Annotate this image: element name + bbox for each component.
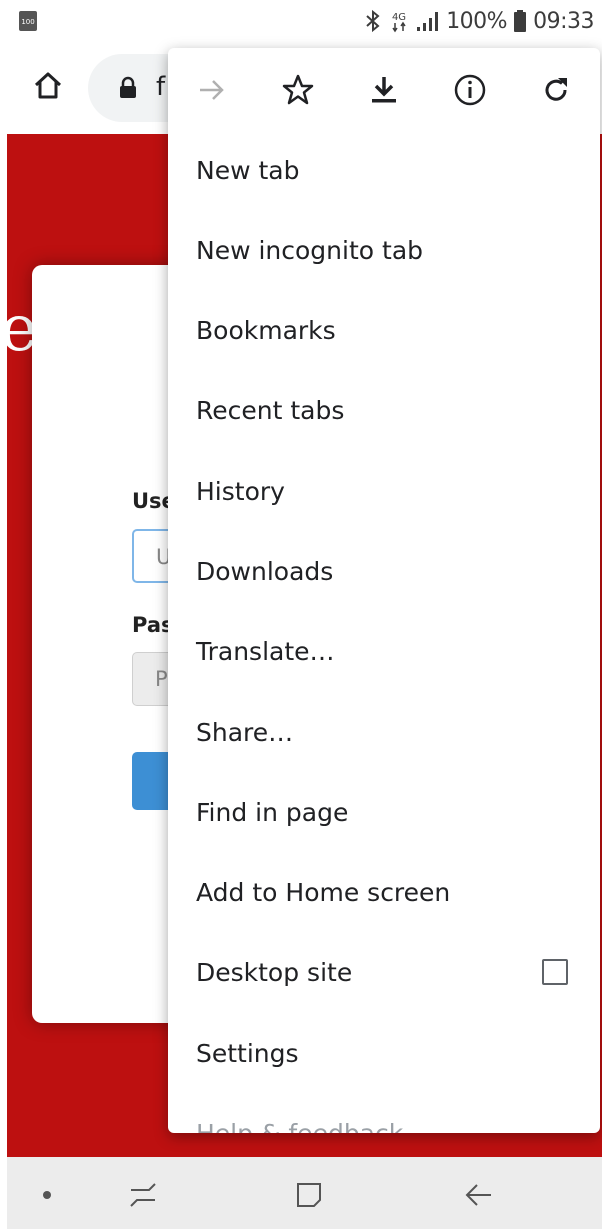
forward-icon <box>200 80 224 100</box>
menu-item-find-in-page[interactable]: Find in page <box>168 772 600 852</box>
battery-icon <box>513 9 527 33</box>
home-square-icon <box>297 1183 321 1207</box>
recent-apps-icon <box>130 1183 156 1207</box>
bluetooth-icon <box>364 9 382 33</box>
back-nav-button[interactable] <box>461 1177 497 1213</box>
menu-item-help-feedback[interactable]: Help & feedback <box>168 1093 600 1134</box>
home-nav-button[interactable] <box>291 1177 327 1213</box>
recent-apps-button[interactable] <box>125 1177 161 1213</box>
menu-item-desktop-site[interactable]: Desktop site <box>168 932 600 1012</box>
reload-button[interactable] <box>536 70 576 110</box>
status-icons: 4G 100% 09:33 <box>364 6 594 36</box>
menu-item-label: Share… <box>196 717 294 747</box>
menu-item-label: Desktop site <box>196 957 353 987</box>
menu-item-share[interactable]: Share… <box>168 692 600 772</box>
back-arrow-icon <box>465 1184 491 1206</box>
menu-item-label: Find in page <box>196 797 349 827</box>
network-type-icon: 4G <box>388 9 410 33</box>
menu-item-new-incognito-tab[interactable]: New incognito tab <box>168 210 600 290</box>
lock-icon <box>118 76 138 100</box>
url-text: f <box>156 72 166 102</box>
menu-item-label: Settings <box>196 1038 299 1068</box>
bookmark-button[interactable] <box>278 70 318 110</box>
menu-item-bookmarks[interactable]: Bookmarks <box>168 290 600 370</box>
download-page-button[interactable] <box>364 70 404 110</box>
page-info-button[interactable] <box>450 70 490 110</box>
battery-notification-icon: 100 <box>18 10 38 32</box>
menu-item-label: New tab <box>196 155 300 185</box>
menu-item-downloads[interactable]: Downloads <box>168 531 600 611</box>
menu-item-label: Recent tabs <box>196 395 345 425</box>
phone-screen: 100 4G 100% 09:33 f e Use U Pas P New ta… <box>0 0 602 1229</box>
download-icon <box>372 77 396 103</box>
overflow-menu: New tab New incognito tab Bookmarks Rece… <box>168 48 600 1133</box>
bookmark-star-icon <box>282 74 314 105</box>
menu-item-label: Help & feedback <box>196 1118 404 1134</box>
status-bar: 100 4G 100% 09:33 <box>0 0 602 42</box>
battery-badge-text: 100 <box>21 18 34 26</box>
menu-item-label: Translate… <box>196 636 335 666</box>
menu-item-label: Downloads <box>196 556 334 586</box>
navigation-bar <box>7 1157 602 1229</box>
menu-item-history[interactable]: History <box>168 451 600 531</box>
menu-item-translate[interactable]: Translate… <box>168 611 600 691</box>
network-type-text: 4G <box>392 12 406 23</box>
reload-icon <box>545 78 567 101</box>
menu-item-label: History <box>196 476 285 506</box>
menu-item-label: New incognito tab <box>196 235 424 265</box>
menu-item-label: Add to Home screen <box>196 877 451 907</box>
page-info-icon <box>454 74 486 106</box>
menu-item-recent-tabs[interactable]: Recent tabs <box>168 370 600 450</box>
desktop-site-checkbox[interactable] <box>542 959 568 985</box>
dot-icon <box>43 1191 51 1199</box>
home-button[interactable] <box>26 64 70 108</box>
menu-item-settings[interactable]: Settings <box>168 1013 600 1093</box>
battery-percent: 100% <box>446 8 508 34</box>
password-placeholder: P <box>155 667 168 691</box>
forward-button[interactable] <box>192 70 232 110</box>
menu-item-new-tab[interactable]: New tab <box>168 130 600 210</box>
clock: 09:33 <box>533 8 594 34</box>
menu-item-add-to-home-screen[interactable]: Add to Home screen <box>168 852 600 932</box>
home-icon <box>34 72 62 99</box>
nav-dot-button[interactable] <box>29 1177 65 1213</box>
menu-item-label: Bookmarks <box>196 315 336 345</box>
signal-strength-icon <box>416 9 440 33</box>
menu-icon-row <box>168 48 600 132</box>
